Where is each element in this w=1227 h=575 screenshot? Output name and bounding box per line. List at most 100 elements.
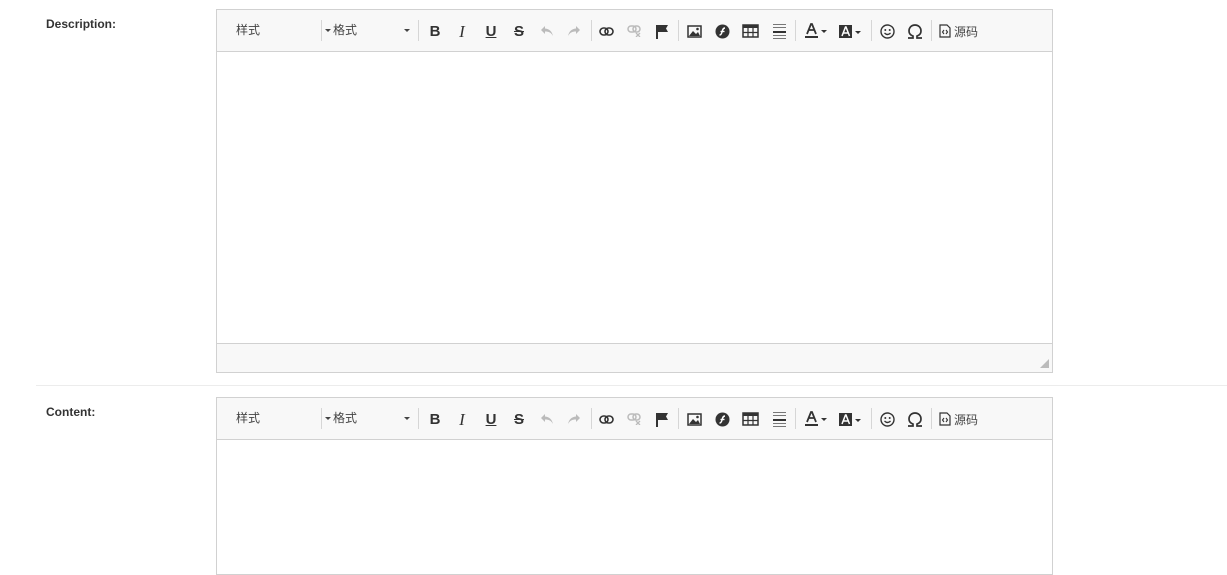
background-color-button[interactable] (837, 21, 863, 41)
underline-button[interactable]: U (481, 21, 501, 41)
source-button[interactable]: 源码 (939, 409, 987, 429)
unlink-button[interactable] (624, 21, 644, 41)
format-combo-label: 格式 (333, 411, 358, 425)
toolbar-separator (591, 408, 592, 429)
toolbar-separator (418, 20, 419, 41)
source-label: 源码 (954, 24, 979, 39)
description-content-area[interactable] (217, 52, 1052, 343)
horizontal-rule-button[interactable] (769, 21, 789, 41)
horizontal-rule-button[interactable] (769, 409, 789, 429)
description-editor: 样式 格式 B I U S 源码 (216, 9, 1053, 373)
smiley-button[interactable] (877, 409, 897, 429)
resize-handle-icon[interactable] (1040, 359, 1049, 368)
undo-button[interactable] (537, 409, 557, 429)
anchor-flag-icon (656, 24, 668, 39)
special-char-button[interactable] (905, 409, 925, 429)
text-color-button[interactable] (803, 409, 829, 429)
image-button[interactable] (684, 21, 704, 41)
bold-button[interactable]: B (425, 409, 445, 429)
image-button[interactable] (684, 409, 704, 429)
description-label: Description: (46, 17, 117, 31)
link-button[interactable] (596, 409, 616, 429)
italic-button[interactable]: I (452, 409, 472, 429)
content-label: Content: (46, 405, 96, 419)
toolbar-separator (931, 20, 932, 41)
style-combo-label: 样式 (236, 23, 261, 37)
style-combo[interactable]: 样式 (236, 408, 331, 428)
link-button[interactable] (596, 21, 616, 41)
unlink-button[interactable] (624, 409, 644, 429)
background-color-icon (839, 24, 861, 38)
editor-toolbar: 样式 格式 B I U S 源码 (217, 10, 1052, 52)
source-button[interactable]: 源码 (939, 21, 987, 41)
unlink-icon (626, 25, 641, 37)
toolbar-separator (795, 408, 796, 429)
table-button[interactable] (740, 21, 760, 41)
special-char-omega-icon (908, 23, 922, 39)
chevron-down-icon (325, 417, 331, 420)
source-label: 源码 (954, 412, 979, 427)
editor-toolbar: 样式 格式 B I U S 源码 (217, 398, 1052, 440)
strikethrough-button[interactable]: S (509, 409, 529, 429)
table-icon (741, 24, 759, 38)
toolbar-separator (418, 408, 419, 429)
strikethrough-icon: S (513, 22, 524, 40)
toolbar-separator (678, 20, 679, 41)
format-combo[interactable]: 格式 (333, 20, 411, 40)
style-combo-label: 样式 (236, 411, 261, 425)
chevron-down-icon (404, 29, 410, 32)
italic-icon: I (459, 409, 465, 429)
horizontal-rule-icon (772, 23, 786, 39)
unlink-icon (626, 413, 641, 425)
undo-icon (541, 26, 553, 36)
anchor-flag-icon (656, 412, 668, 427)
content-content-area[interactable] (217, 440, 1052, 574)
undo-button[interactable] (537, 21, 557, 41)
text-color-icon (805, 23, 827, 38)
anchor-button[interactable] (652, 409, 672, 429)
toolbar-separator (678, 408, 679, 429)
redo-button[interactable] (564, 21, 584, 41)
flash-icon (715, 412, 729, 426)
toolbar-separator (795, 20, 796, 41)
table-button[interactable] (740, 409, 760, 429)
table-icon (741, 412, 759, 426)
bold-icon: B (429, 22, 441, 40)
horizontal-rule-icon (772, 411, 786, 427)
style-combo[interactable]: 样式 (236, 20, 331, 40)
italic-icon: I (459, 21, 465, 41)
redo-icon (568, 414, 580, 424)
toolbar-separator (321, 20, 322, 41)
bold-icon: B (429, 410, 441, 428)
background-color-button[interactable] (837, 409, 863, 429)
strikethrough-icon: S (513, 410, 524, 428)
special-char-omega-icon (908, 411, 922, 427)
underline-icon: U (485, 410, 497, 428)
source-code-icon (939, 412, 951, 426)
background-color-icon (839, 412, 861, 426)
smiley-icon (879, 23, 895, 39)
redo-button[interactable] (564, 409, 584, 429)
chevron-down-icon (404, 417, 410, 420)
flash-button[interactable] (712, 21, 732, 41)
redo-icon (568, 26, 580, 36)
special-char-button[interactable] (905, 21, 925, 41)
source-code-icon (939, 24, 951, 38)
smiley-icon (879, 411, 895, 427)
link-icon (598, 414, 614, 424)
flash-icon (715, 24, 729, 38)
underline-button[interactable]: U (481, 409, 501, 429)
toolbar-separator (591, 20, 592, 41)
text-color-button[interactable] (803, 21, 829, 41)
strikethrough-button[interactable]: S (509, 21, 529, 41)
field-divider (36, 385, 1227, 386)
toolbar-separator (321, 408, 322, 429)
anchor-button[interactable] (652, 21, 672, 41)
italic-button[interactable]: I (452, 21, 472, 41)
format-combo-label: 格式 (333, 23, 358, 37)
format-combo[interactable]: 格式 (333, 408, 411, 428)
flash-button[interactable] (712, 409, 732, 429)
toolbar-separator (871, 408, 872, 429)
smiley-button[interactable] (877, 21, 897, 41)
bold-button[interactable]: B (425, 21, 445, 41)
